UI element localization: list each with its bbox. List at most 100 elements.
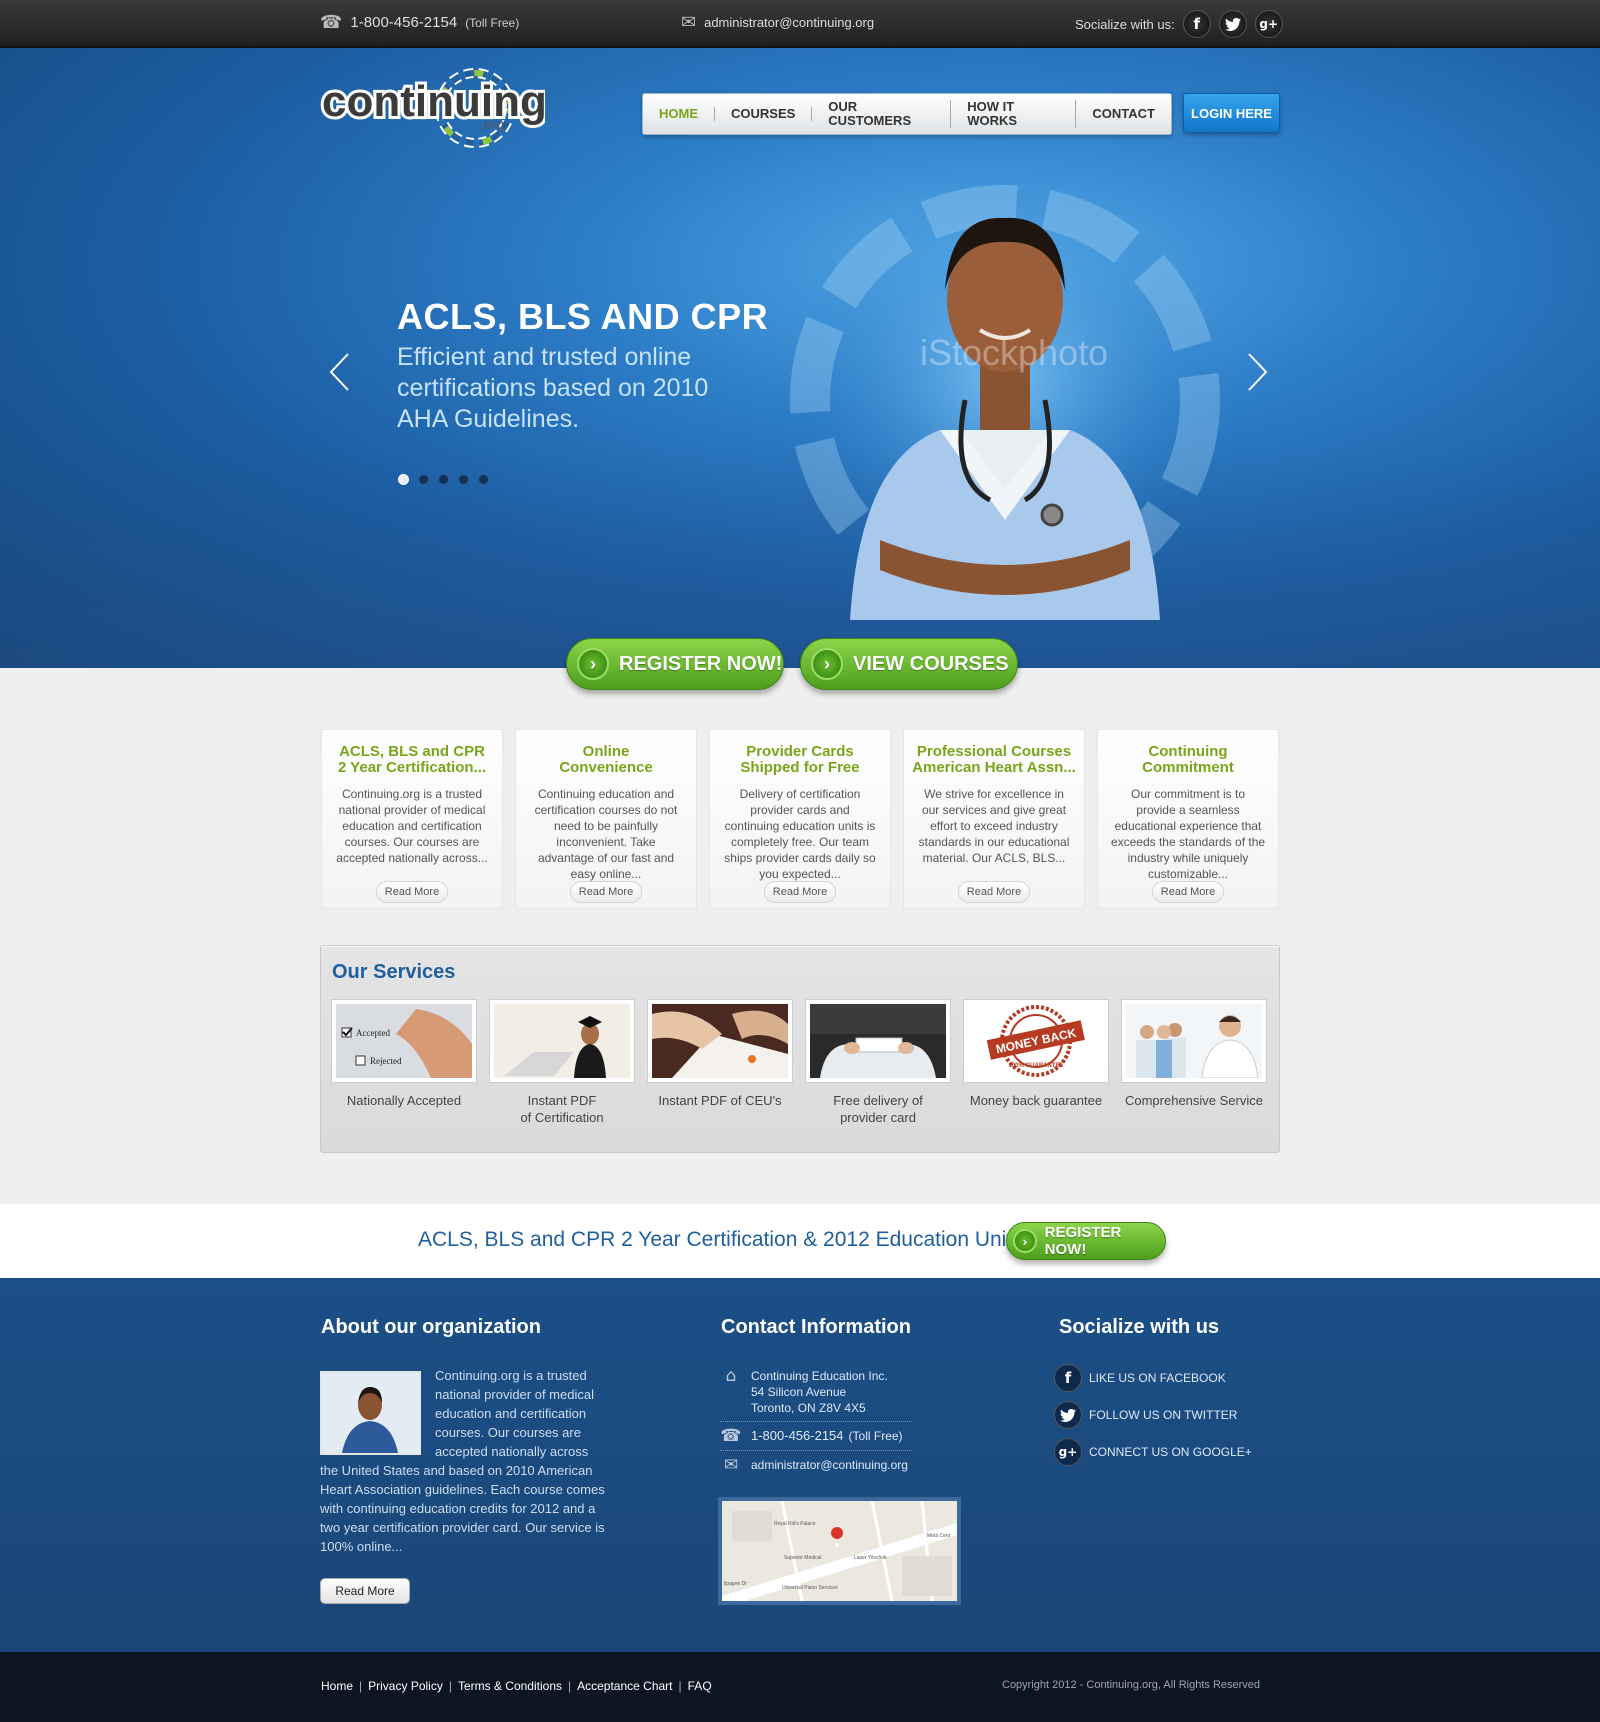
view-courses-button[interactable]: › VIEW COURSES bbox=[800, 638, 1018, 690]
slider-dot[interactable] bbox=[478, 474, 489, 485]
feature-box: Professional Courses American Heart Assn… bbox=[903, 729, 1085, 909]
service-label-line: Money back guarantee bbox=[969, 1093, 1103, 1108]
address-line: Continuing Education Inc. bbox=[751, 1369, 888, 1383]
bottom-link-acceptance-chart[interactable]: Acceptance Chart bbox=[577, 1679, 672, 1693]
graduate-laptop-image bbox=[494, 1004, 630, 1078]
feature-title: Provider Cards Shipped for Free bbox=[710, 744, 890, 776]
location-map[interactable]: Royal Kid's Palace Superior Medical Laze… bbox=[718, 1497, 961, 1605]
copyright-text: Copyright 2012 - Continuing.org, All Rig… bbox=[1002, 1679, 1261, 1691]
service-label-line: Nationally Accepted bbox=[346, 1093, 462, 1108]
top-phone-number: 1-800-456-2154 bbox=[350, 14, 458, 31]
slider-dot[interactable] bbox=[458, 474, 469, 485]
nav-courses[interactable]: COURSES bbox=[715, 107, 813, 121]
service-item[interactable]: MONEY BACK 100% GUARANTEE Money back gua… bbox=[963, 999, 1109, 1109]
banner-register-label: REGISTER NOW! bbox=[1044, 1224, 1122, 1258]
google-plus-icon: g+ bbox=[1054, 1438, 1082, 1466]
address-line: Toronto, ON Z8V 4X5 bbox=[751, 1401, 866, 1415]
read-more-button[interactable]: Read More bbox=[958, 881, 1030, 903]
bottom-link-faq[interactable]: FAQ bbox=[688, 1679, 712, 1693]
service-thumbnail: MONEY BACK 100% GUARANTEE bbox=[963, 999, 1109, 1083]
twitter-icon[interactable] bbox=[1218, 10, 1247, 38]
checkbox-form-image: Accepted Rejected bbox=[336, 1004, 472, 1078]
nav-our-customers[interactable]: OUR CUSTOMERS bbox=[812, 100, 952, 128]
feature-title-line: American Heart Assn... bbox=[912, 759, 1076, 776]
bottom-link-home[interactable]: Home bbox=[321, 1679, 353, 1693]
nav-contact[interactable]: CONTACT bbox=[1076, 107, 1171, 121]
register-now-button[interactable]: › REGISTER NOW! bbox=[566, 638, 784, 690]
social-twitter-link[interactable]: FOLLOW US ON TWITTER bbox=[1054, 1401, 1237, 1429]
view-courses-label: VIEW COURSES bbox=[853, 652, 1009, 675]
read-more-button[interactable]: Read More bbox=[764, 881, 836, 903]
banner-register-button[interactable]: › REGISTER NOW! bbox=[1006, 1222, 1166, 1260]
map-label: Superior Medical bbox=[784, 1555, 822, 1561]
slider-prev-arrow-icon[interactable] bbox=[328, 352, 350, 403]
about-read-more-button[interactable]: Read More bbox=[320, 1578, 410, 1604]
social-label: LIKE US ON FACEBOOK bbox=[1089, 1371, 1226, 1385]
contact-divider bbox=[720, 1421, 912, 1422]
feature-title-line: Provider Cards bbox=[746, 743, 854, 760]
login-button[interactable]: LOGIN HERE bbox=[1183, 93, 1280, 133]
read-more-button[interactable]: Read More bbox=[376, 881, 448, 903]
map-image: Royal Kid's Palace Superior Medical Laze… bbox=[722, 1501, 957, 1601]
contact-divider bbox=[720, 1450, 912, 1451]
feature-title: Professional Courses American Heart Assn… bbox=[904, 744, 1084, 776]
map-label: lipagne Dr bbox=[724, 1581, 747, 1587]
chevron-right-icon: › bbox=[811, 648, 843, 680]
contact-email[interactable]: ✉ administrator@continuing.org bbox=[720, 1457, 908, 1474]
service-item[interactable]: Instant PDF of Certification bbox=[489, 999, 635, 1126]
contact-phone-number: 1-800-456-2154 bbox=[751, 1428, 844, 1443]
feature-title-line: Convenience bbox=[559, 759, 653, 776]
service-item[interactable]: Comprehensive Service bbox=[1121, 999, 1267, 1109]
service-label: Free delivery of provider card bbox=[805, 1092, 951, 1126]
slider-dot[interactable] bbox=[418, 474, 429, 485]
guarantee-text: 100% GUARANTEE bbox=[1008, 1063, 1063, 1069]
feature-description: Delivery of certification provider cards… bbox=[724, 787, 876, 881]
google-plus-icon[interactable]: g+ bbox=[1254, 10, 1283, 38]
feature-description: Continuing education and certification c… bbox=[534, 787, 678, 881]
socialize-label: Socialize with us: bbox=[1075, 16, 1175, 32]
facebook-icon[interactable]: f bbox=[1182, 10, 1211, 38]
feature-title: Continuing Commitment bbox=[1098, 744, 1278, 776]
social-google-plus-link[interactable]: g+ CONNECT US ON GOOGLE+ bbox=[1054, 1438, 1252, 1466]
service-label: Instant PDF of CEU's bbox=[647, 1092, 793, 1109]
service-thumbnail bbox=[1121, 999, 1267, 1083]
social-facebook-link[interactable]: f LIKE US ON FACEBOOK bbox=[1054, 1364, 1226, 1392]
nav-home[interactable]: HOME bbox=[643, 107, 715, 121]
feature-title: ACLS, BLS and CPR 2 Year Certification..… bbox=[322, 744, 502, 776]
about-nurse-thumbnail bbox=[320, 1371, 421, 1455]
feature-box: ACLS, BLS and CPR 2 Year Certification..… bbox=[321, 729, 503, 909]
contact-phone[interactable]: ☎ 1-800-456-2154 (Toll Free) bbox=[720, 1428, 903, 1445]
hero-subtitle: Efficient and trusted online certificati… bbox=[397, 343, 709, 433]
services-title: Our Services bbox=[332, 961, 456, 983]
slider-next-arrow-icon[interactable] bbox=[1247, 352, 1269, 403]
service-thumbnail bbox=[647, 999, 793, 1083]
read-more-button[interactable]: Read More bbox=[1152, 881, 1224, 903]
rejected-text: Rejected bbox=[370, 1056, 402, 1066]
top-email[interactable]: ✉ administrator@continuing.org bbox=[681, 12, 874, 33]
service-item[interactable]: Instant PDF of CEU's bbox=[647, 999, 793, 1109]
hero-nurse-image: iStockphoto bbox=[790, 185, 1220, 620]
bottom-link-privacy-policy[interactable]: Privacy Policy bbox=[368, 1679, 443, 1693]
logo-sub-text: .org bbox=[480, 116, 504, 132]
link-separator: | bbox=[678, 1679, 682, 1693]
read-more-button[interactable]: Read More bbox=[570, 881, 642, 903]
feature-title-line: 2 Year Certification... bbox=[337, 759, 487, 776]
slider-dot[interactable] bbox=[398, 474, 409, 485]
contact-phone-note: (Toll Free) bbox=[848, 1429, 903, 1443]
service-label: Comprehensive Service bbox=[1121, 1092, 1267, 1109]
feature-title-line: Commitment bbox=[1142, 759, 1234, 776]
service-item[interactable]: Free delivery of provider card bbox=[805, 999, 951, 1126]
feature-description: We strive for excellence in our services… bbox=[918, 787, 1070, 865]
service-item[interactable]: Accepted Rejected Nationally Accepted bbox=[331, 999, 477, 1109]
hero-watermark: iStockphoto bbox=[920, 332, 1108, 373]
top-phone[interactable]: ☎ 1-800-456-2154 (Toll Free) bbox=[320, 12, 519, 33]
banner-text: ACLS, BLS and CPR 2 Year Certification &… bbox=[418, 1228, 1023, 1251]
top-bar: ☎ 1-800-456-2154 (Toll Free) ✉ administr… bbox=[0, 0, 1600, 48]
bottom-links: Home | Privacy Policy | Terms & Conditio… bbox=[321, 1679, 712, 1693]
bottom-bar bbox=[0, 1652, 1600, 1722]
nav-how-it-works[interactable]: HOW IT WORKS bbox=[951, 100, 1077, 128]
service-label-line: Free delivery of bbox=[833, 1093, 923, 1108]
slider-dot[interactable] bbox=[438, 474, 449, 485]
bottom-link-terms[interactable]: Terms & Conditions bbox=[458, 1679, 562, 1693]
continuing-logo[interactable]: continuing continuing .org bbox=[320, 68, 545, 148]
